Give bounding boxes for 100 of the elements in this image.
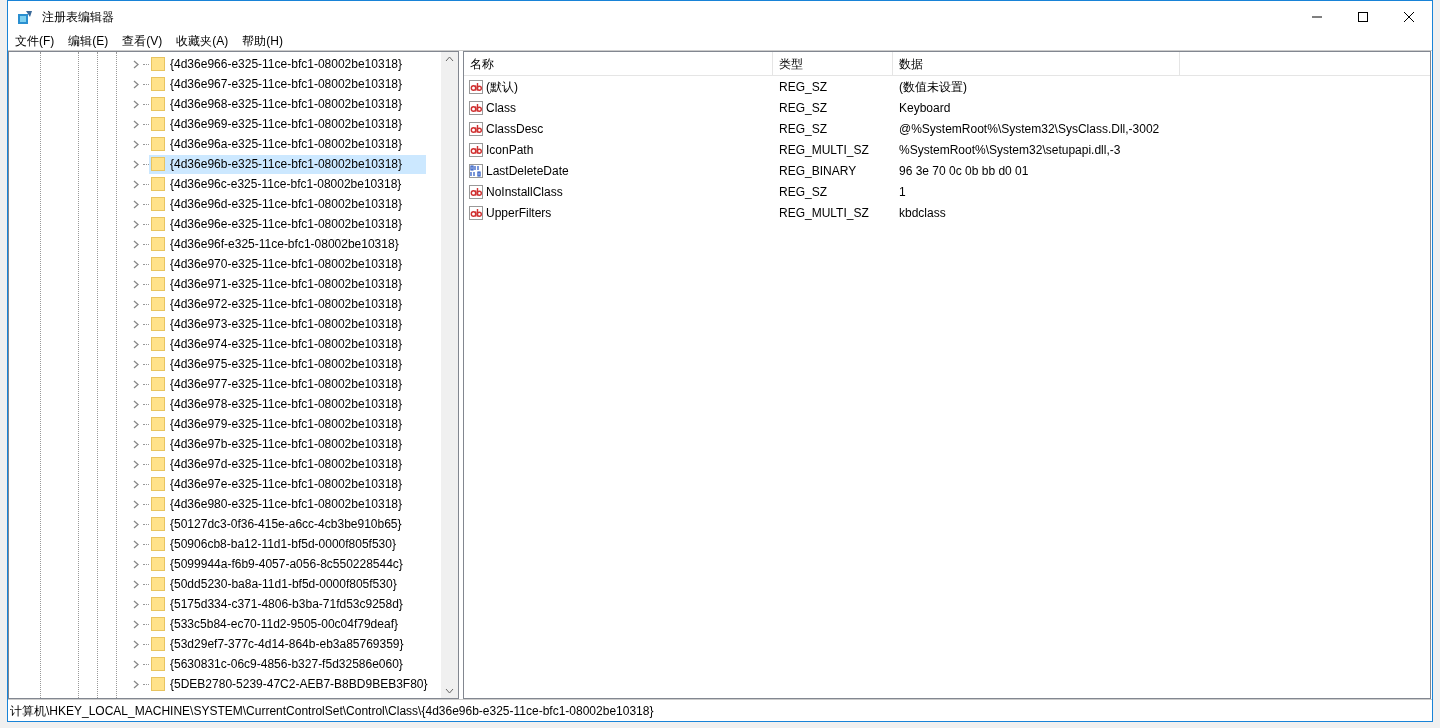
folder-icon xyxy=(151,417,165,431)
value-type: REG_SZ xyxy=(778,183,828,201)
value-name[interactable]: NoInstallClass xyxy=(486,182,563,201)
value-type: REG_SZ xyxy=(778,78,828,96)
tree-item-label: {5DEB2780-5239-47C2-AEB7-B8BD9BEB3F80} xyxy=(170,676,428,693)
folder-icon xyxy=(151,377,165,391)
value-type: REG_MULTI_SZ xyxy=(778,204,870,222)
tree-item[interactable]: {4d36e972-e325-11ce-bfc1-08002be10318} xyxy=(149,294,426,314)
tree-item[interactable]: {4d36e974-e325-11ce-bfc1-08002be10318} xyxy=(149,334,426,354)
value-data: Keyboard xyxy=(898,99,951,117)
folder-icon xyxy=(151,357,165,371)
tree-item[interactable]: {4d36e97d-e325-11ce-bfc1-08002be10318} xyxy=(149,454,426,474)
maximize-icon xyxy=(1358,11,1368,22)
folder-icon xyxy=(151,397,165,411)
tree-item[interactable]: {5630831c-06c9-4856-b327-f5d32586e060} xyxy=(149,654,426,674)
tree-item[interactable]: {4d36e975-e325-11ce-bfc1-08002be10318} xyxy=(149,354,426,374)
value-name[interactable]: IconPath xyxy=(486,140,534,159)
tree-item[interactable]: {5175d334-c371-4806-b3ba-71fd53c9258d} xyxy=(149,594,426,614)
tree-item[interactable]: {5DEB2780-5239-47C2-AEB7-B8BD9BEB3F80} xyxy=(149,674,426,694)
tree-item[interactable]: {4d36e971-e325-11ce-bfc1-08002be10318} xyxy=(149,274,426,294)
tree-item-label: {4d36e967-e325-11ce-bfc1-08002be10318} xyxy=(170,76,402,93)
column-header[interactable]: 类型 xyxy=(773,52,893,75)
tree-item-label: {4d36e96b-e325-11ce-bfc1-08002be10318} xyxy=(170,156,402,173)
tree-item[interactable]: {4d36e973-e325-11ce-bfc1-08002be10318} xyxy=(149,314,426,334)
tree-item[interactable]: {4d36e970-e325-11ce-bfc1-08002be10318} xyxy=(149,254,426,274)
folder-icon xyxy=(151,657,165,671)
value-name[interactable]: Class xyxy=(486,98,516,117)
folder-icon xyxy=(151,257,165,271)
tree-item[interactable]: {4d36e96c-e325-11ce-bfc1-08002be10318} xyxy=(149,174,426,194)
tree-item[interactable]: {50906cb8-ba12-11d1-bf5d-0000f805f530} xyxy=(149,534,426,554)
tree-item[interactable]: {4d36e96d-e325-11ce-bfc1-08002be10318} xyxy=(149,194,426,214)
tree-item-label: {4d36e980-e325-11ce-bfc1-08002be10318} xyxy=(170,496,402,513)
tree-item-label: {53d29ef7-377c-4d14-864b-eb3a85769359} xyxy=(170,636,404,653)
folder-icon xyxy=(151,197,165,211)
tree-item-label: {5099944a-f6b9-4057-a056-8c550228544c} xyxy=(170,556,403,573)
scroll-down-icon[interactable] xyxy=(445,688,454,694)
folder-icon xyxy=(151,497,165,511)
scroll-up-icon[interactable] xyxy=(445,56,454,62)
menu-item[interactable]: 文件(F) xyxy=(14,32,56,50)
folder-icon xyxy=(151,617,165,631)
tree-item[interactable]: {4d36e978-e325-11ce-bfc1-08002be10318} xyxy=(149,394,426,414)
folder-icon xyxy=(151,177,165,191)
value-data: 96 3e 70 0c 0b bb d0 01 xyxy=(898,162,1029,180)
folder-icon xyxy=(151,297,165,311)
folder-icon xyxy=(151,517,165,531)
menu-item[interactable]: 帮助(H) xyxy=(241,32,284,50)
value-name[interactable]: UpperFilters xyxy=(486,203,552,222)
column-header[interactable]: 数据 xyxy=(893,52,1180,75)
tree-item[interactable]: {4d36e966-e325-11ce-bfc1-08002be10318} xyxy=(149,54,426,74)
string-value-icon xyxy=(469,121,483,136)
tree-item[interactable]: {4d36e97b-e325-11ce-bfc1-08002be10318} xyxy=(149,434,426,454)
tree-item[interactable]: {50127dc3-0f36-415e-a6cc-4cb3be910b65} xyxy=(149,514,426,534)
string-value-icon xyxy=(469,184,483,199)
value-type: REG_MULTI_SZ xyxy=(778,141,870,159)
tree-item-label: {4d36e974-e325-11ce-bfc1-08002be10318} xyxy=(170,336,402,353)
tree-item[interactable]: {50dd5230-ba8a-11d1-bf5d-0000f805f530} xyxy=(149,574,426,594)
tree-item[interactable]: {4d36e96e-e325-11ce-bfc1-08002be10318} xyxy=(149,214,426,234)
folder-icon xyxy=(151,337,165,351)
folder-icon xyxy=(151,677,165,691)
value-name[interactable]: (默认) xyxy=(486,77,518,96)
tree-item[interactable]: {4d36e977-e325-11ce-bfc1-08002be10318} xyxy=(149,374,426,394)
folder-icon xyxy=(151,77,165,91)
folder-icon xyxy=(151,277,165,291)
string-value-icon xyxy=(469,100,483,115)
folder-icon xyxy=(151,557,165,571)
tree-item-label: {4d36e966-e325-11ce-bfc1-08002be10318} xyxy=(170,56,402,73)
tree-item-label: {4d36e969-e325-11ce-bfc1-08002be10318} xyxy=(170,116,402,133)
tree-item[interactable]: {4d36e96a-e325-11ce-bfc1-08002be10318} xyxy=(149,134,426,154)
menu-item[interactable]: 查看(V) xyxy=(121,32,164,50)
tree-item[interactable]: {4d36e96b-e325-11ce-bfc1-08002be10318} xyxy=(149,154,426,174)
folder-icon xyxy=(151,597,165,611)
status-bar: 计算机\HKEY_LOCAL_MACHINE\SYSTEM\CurrentControlSet\Control\Class\{4d36e96b-e325-11ce-bfc1-08002be10318} xyxy=(8,699,1432,721)
tree-item-label: {4d36e96c-e325-11ce-bfc1-08002be10318} xyxy=(170,176,402,193)
tree-item[interactable]: {4d36e97e-e325-11ce-bfc1-08002be10318} xyxy=(149,474,426,494)
folder-icon xyxy=(151,577,165,591)
tree-item[interactable]: {4d36e979-e325-11ce-bfc1-08002be10318} xyxy=(149,414,426,434)
tree-item-label: {4d36e97e-e325-11ce-bfc1-08002be10318} xyxy=(170,476,402,493)
tree-item[interactable]: {4d36e969-e325-11ce-bfc1-08002be10318} xyxy=(149,114,426,134)
tree-item[interactable]: {53d29ef7-377c-4d14-864b-eb3a85769359} xyxy=(149,634,426,654)
tree-item[interactable]: {533c5b84-ec70-11d2-9505-00c04f79deaf} xyxy=(149,614,426,634)
tree-item[interactable]: {4d36e968-e325-11ce-bfc1-08002be10318} xyxy=(149,94,426,114)
tree-item-label: {4d36e978-e325-11ce-bfc1-08002be10318} xyxy=(170,396,402,413)
tree-item-label: {50127dc3-0f36-415e-a6cc-4cb3be910b65} xyxy=(170,516,402,533)
menu-item[interactable]: 收藏夹(A) xyxy=(175,32,230,50)
tree-item[interactable]: {5099944a-f6b9-4057-a056-8c550228544c} xyxy=(149,554,426,574)
value-name[interactable]: LastDeleteDate xyxy=(486,161,569,180)
tree-item-label: {5175d334-c371-4806-b3ba-71fd53c9258d} xyxy=(170,596,403,613)
tree-item-label: {50dd5230-ba8a-11d1-bf5d-0000f805f530} xyxy=(170,576,397,593)
tree-item[interactable]: {4d36e967-e325-11ce-bfc1-08002be10318} xyxy=(149,74,426,94)
folder-icon xyxy=(151,317,165,331)
value-name[interactable]: ClassDesc xyxy=(486,119,544,138)
tree-item[interactable]: {4d36e96f-e325-11ce-bfc1-08002be10318} xyxy=(149,234,426,254)
tree-item-label: {533c5b84-ec70-11d2-9505-00c04f79deaf} xyxy=(170,616,398,633)
string-value-icon xyxy=(469,142,483,157)
tree-item[interactable]: {4d36e980-e325-11ce-bfc1-08002be10318} xyxy=(149,494,426,514)
value-type: REG_SZ xyxy=(778,99,828,117)
column-header[interactable]: 名称 xyxy=(464,52,773,75)
menu-item[interactable]: 编辑(E) xyxy=(67,32,110,50)
tree-item-label: {4d36e975-e325-11ce-bfc1-08002be10318} xyxy=(170,356,402,373)
scrollbar[interactable] xyxy=(441,52,458,698)
